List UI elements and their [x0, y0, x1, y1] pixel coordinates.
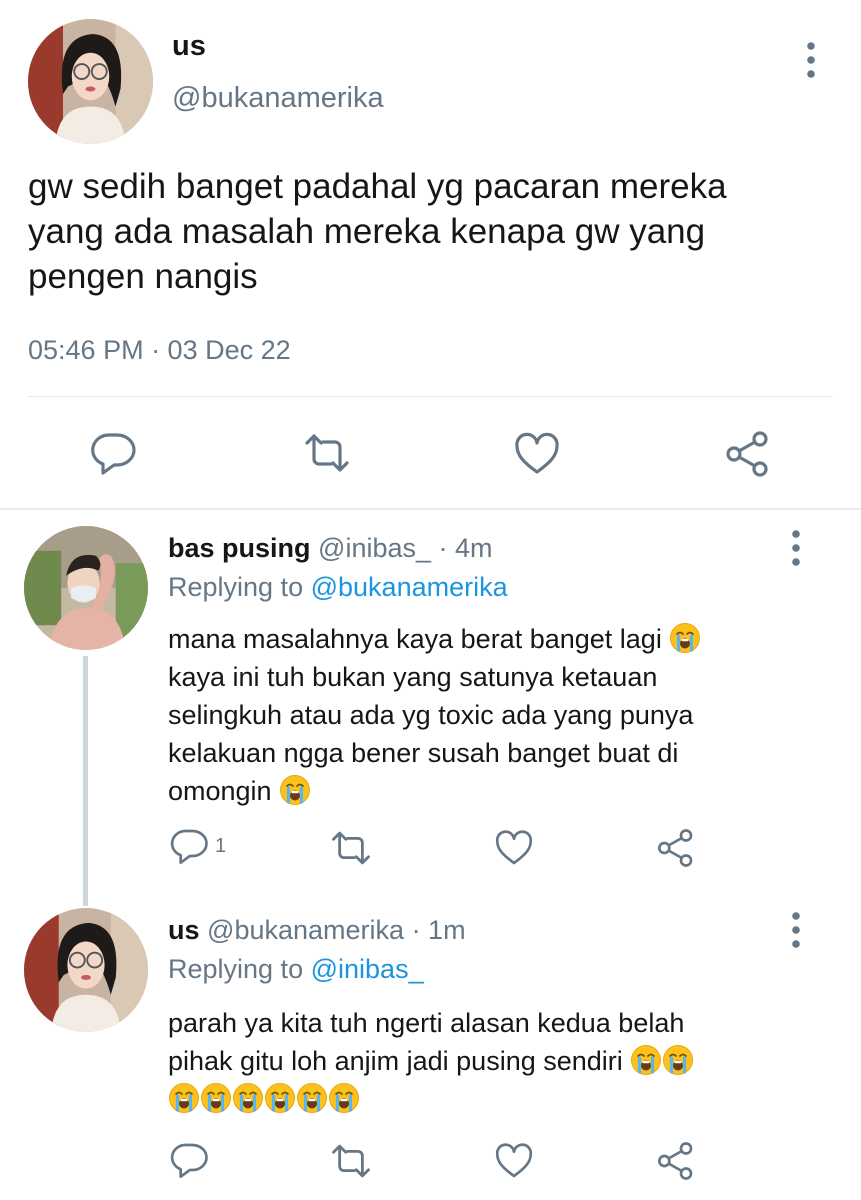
replying-to-label: Replying to: [168, 572, 304, 602]
reply-display-name[interactable]: us: [168, 915, 200, 945]
replying-to-link[interactable]: @bukanamerika: [311, 572, 508, 602]
tweet-text-line: pengen nangis: [28, 257, 258, 296]
loudly-crying-face-emoji: [200, 1082, 232, 1114]
loudly-crying-face-emoji: [669, 622, 701, 654]
loudly-crying-face-emoji: [328, 1082, 360, 1114]
reply-time[interactable]: · 4m: [439, 533, 493, 563]
reply-time[interactable]: · 1m: [412, 915, 466, 945]
like-button[interactable]: [513, 430, 561, 478]
author-avatar[interactable]: [28, 19, 153, 144]
retweet-button[interactable]: [303, 429, 351, 477]
share-icon: [656, 1141, 696, 1181]
reply-text: mana masalahnya kaya berat banget lagi k…: [168, 620, 818, 810]
thread-line: [83, 656, 88, 906]
reply-text-line: selingkuh atau ada yg toxic ada yang pun…: [168, 700, 694, 730]
share-icon: [724, 430, 772, 478]
reply-handle[interactable]: @bukanamerika: [207, 915, 404, 945]
heart-icon: [494, 828, 534, 868]
share-icon: [656, 828, 696, 868]
share-button[interactable]: [656, 1141, 696, 1181]
loudly-crying-face-emoji: [662, 1044, 694, 1076]
heart-icon: [513, 430, 561, 478]
replying-to-link[interactable]: @inibas_: [311, 954, 424, 984]
reply-text-line: parah ya kita tuh ngerti alasan kedua be…: [168, 1008, 685, 1038]
heart-icon: [494, 1141, 534, 1181]
replying-to: Replying to @inibas_: [168, 954, 424, 985]
loudly-crying-face-emoji: [279, 774, 311, 806]
retweet-icon: [330, 827, 372, 869]
replying-to: Replying to @bukanamerika: [168, 572, 508, 603]
reply-header: bas pusing @inibas_ · 4m: [168, 533, 493, 564]
more-options-icon[interactable]: [785, 900, 807, 960]
more-options-icon[interactable]: [785, 518, 807, 578]
retweet-button[interactable]: [330, 1140, 372, 1182]
reply-avatar[interactable]: [24, 908, 148, 1032]
section-divider: [0, 508, 861, 510]
author-display-name[interactable]: us: [172, 30, 206, 63]
retweet-icon: [330, 1140, 372, 1182]
retweet-button[interactable]: [330, 827, 372, 869]
replying-to-label: Replying to: [168, 954, 304, 984]
divider: [28, 396, 833, 397]
loudly-crying-face-emoji: [232, 1082, 264, 1114]
retweet-icon: [303, 429, 351, 477]
reply-text-line: mana masalahnya kaya berat banget lagi: [168, 624, 662, 654]
share-button[interactable]: [656, 828, 696, 868]
reply-text-line: omongin: [168, 776, 272, 806]
more-options-icon[interactable]: [800, 30, 822, 90]
reply-avatar[interactable]: [24, 526, 148, 650]
tweet-timestamp[interactable]: 05:46 PM · 03 Dec 22: [28, 335, 291, 366]
tweet-text-line: gw sedih banget padahal yg pacaran merek…: [28, 167, 727, 206]
like-button[interactable]: [494, 1141, 534, 1181]
like-button[interactable]: [494, 828, 534, 868]
author-handle[interactable]: @bukanamerika: [172, 82, 384, 115]
reply-button[interactable]: [89, 429, 137, 477]
tweet-text: gw sedih banget padahal yg pacaran merek…: [28, 164, 838, 299]
speech-bubble-icon: [169, 1140, 209, 1180]
reply-button[interactable]: [169, 1140, 209, 1180]
reply-text-line: kaya ini tuh bukan yang satunya ketauan: [168, 662, 658, 692]
loudly-crying-face-emoji: [296, 1082, 328, 1114]
reply-count: 1: [215, 834, 227, 857]
reply-button[interactable]: 1: [169, 826, 226, 866]
speech-bubble-icon: [169, 826, 209, 866]
loudly-crying-face-emoji: [630, 1044, 662, 1076]
loudly-crying-face-emoji: [168, 1082, 200, 1114]
reply-header: us @bukanamerika · 1m: [168, 915, 466, 946]
reply-display-name[interactable]: bas pusing: [168, 533, 311, 563]
reply-text-line: pihak gitu loh anjim jadi pusing sendiri: [168, 1046, 623, 1076]
speech-bubble-icon: [89, 429, 137, 477]
reply-handle[interactable]: @inibas_: [318, 533, 431, 563]
tweet-text-line: yang ada masalah mereka kenapa gw yang: [28, 212, 706, 251]
reply-text: parah ya kita tuh ngerti alasan kedua be…: [168, 1004, 828, 1118]
reply-text-line: kelakuan ngga bener susah banget buat di: [168, 738, 679, 768]
share-button[interactable]: [724, 430, 772, 478]
loudly-crying-face-emoji: [264, 1082, 296, 1114]
